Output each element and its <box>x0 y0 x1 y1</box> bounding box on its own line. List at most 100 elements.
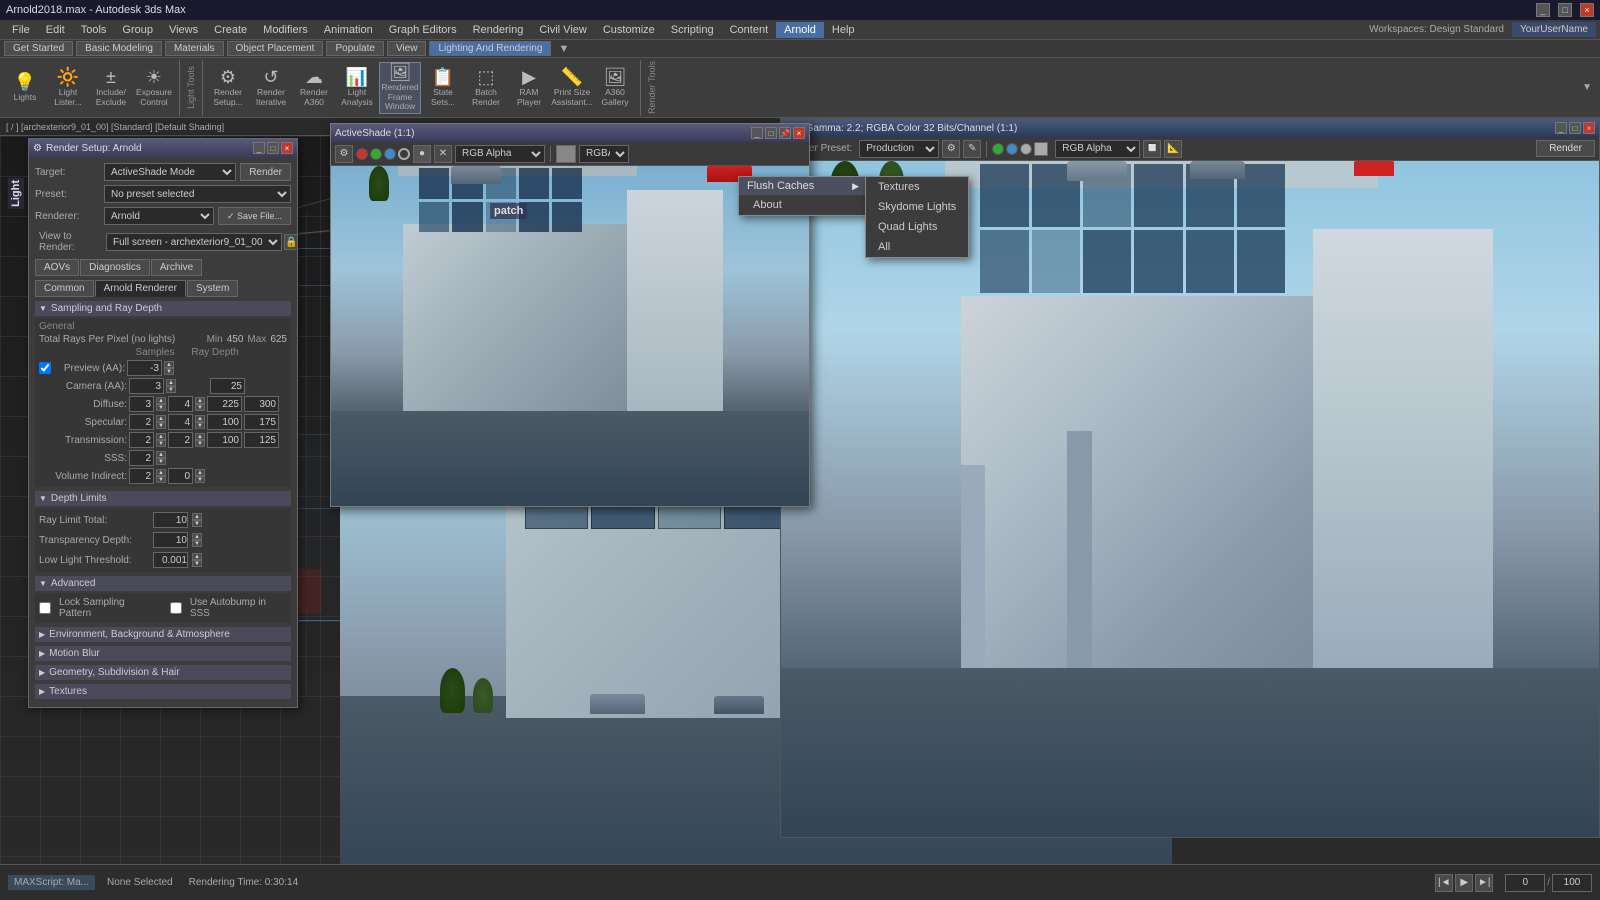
rs-close-btn[interactable]: × <box>281 142 293 154</box>
rt-btn-2[interactable]: ✎ <box>963 140 981 158</box>
frame-input[interactable] <box>1505 874 1545 892</box>
rs-renderer-select[interactable]: Arnold <box>104 207 214 225</box>
icon-exposure[interactable]: ☀ ExposureControl <box>133 62 175 114</box>
rt-color-mode-select[interactable]: RGB Alpha <box>1055 140 1140 158</box>
rs-autobump-checkbox[interactable] <box>170 602 182 614</box>
rs-sss-down[interactable]: ▼ <box>156 458 166 465</box>
rs-depth-header[interactable]: ▼ Depth Limits <box>35 491 291 506</box>
rs-diffuse-rd2[interactable] <box>244 396 279 412</box>
rs-trans-down1[interactable]: ▼ <box>156 440 166 447</box>
rs-tab-arnold-renderer[interactable]: Arnold Renderer <box>95 280 186 297</box>
rs-diffuse-down1[interactable]: ▼ <box>156 404 166 411</box>
minimize-btn[interactable]: _ <box>1536 3 1550 17</box>
rs-maximize-btn[interactable]: □ <box>267 142 279 154</box>
icon-render-setup[interactable]: ⚙ RenderSetup... <box>207 62 249 114</box>
icon-render-a360[interactable]: ☁ RenderA360 <box>293 62 335 114</box>
rs-diffuse-val1[interactable] <box>129 396 154 412</box>
rs-low-light-up[interactable]: ▲ <box>192 553 202 560</box>
rs-save-file-btn[interactable]: ✓ Save File... <box>218 207 291 225</box>
as-color-mode-select[interactable]: RGB Alpha <box>455 145 545 163</box>
rs-preset-select[interactable]: No preset selected <box>104 185 291 203</box>
as-code-select[interactable]: RGBA <box>579 145 629 163</box>
rs-specular-down2[interactable]: ▼ <box>195 422 205 429</box>
menu-edit[interactable]: Edit <box>38 22 73 38</box>
as-stop-btn[interactable]: ✕ <box>434 145 452 163</box>
rs-transparency-input[interactable] <box>153 532 188 548</box>
rt-btn-3[interactable]: 🔲 <box>1143 140 1161 158</box>
toolbar-expand-btn[interactable]: ▼ <box>1582 82 1596 93</box>
rs-volume-up1[interactable]: ▲ <box>156 469 166 476</box>
menu-civil-view[interactable]: Civil View <box>531 22 594 38</box>
as-close-btn[interactable]: × <box>793 127 805 139</box>
sub-basic-modeling[interactable]: Basic Modeling <box>76 41 162 56</box>
rs-preview-aa-down[interactable]: ▼ <box>164 368 174 375</box>
rs-ray-limit-up[interactable]: ▲ <box>192 513 202 520</box>
rs-specular-rd2[interactable] <box>244 414 279 430</box>
render-setup-panel[interactable]: ⚙ Render Setup: Arnold _ □ × Target: Act… <box>28 138 298 708</box>
next-frame-btn[interactable]: ►| <box>1475 874 1493 892</box>
as-tb-btn1[interactable]: ⚙ <box>335 145 353 163</box>
rs-preview-aa-up[interactable]: ▲ <box>164 361 174 368</box>
large-render-close[interactable]: × <box>1583 122 1595 134</box>
rs-trans-depth-up[interactable]: ▲ <box>192 533 202 540</box>
sub-populate[interactable]: Populate <box>326 41 383 56</box>
rs-diffuse-up2[interactable]: ▲ <box>195 397 205 404</box>
sub-object-placement[interactable]: Object Placement <box>227 41 324 56</box>
rs-sss-val[interactable] <box>129 450 154 466</box>
menu-file[interactable]: File <box>4 22 38 38</box>
rs-diffuse-rd1[interactable] <box>207 396 242 412</box>
rs-specular-up2[interactable]: ▲ <box>195 415 205 422</box>
close-btn[interactable]: × <box>1580 3 1594 17</box>
icon-a360-gallery[interactable]: 🖼 A360Gallery <box>594 62 636 114</box>
as-tb-btn2[interactable]: ● <box>413 145 431 163</box>
sub-lighting[interactable]: Lighting And Rendering <box>429 41 551 56</box>
submenu-all[interactable]: All <box>866 237 968 257</box>
as-pin-btn[interactable]: 📌 <box>779 127 791 139</box>
rs-specular-val2[interactable] <box>168 414 193 430</box>
menu-scripting[interactable]: Scripting <box>663 22 722 38</box>
rs-ray-limit-down[interactable]: ▼ <box>192 520 202 527</box>
rs-camera-aa-rd[interactable] <box>210 378 245 394</box>
rs-tab-diagnostics[interactable]: Diagnostics <box>80 259 150 276</box>
rs-tab-aovs[interactable]: AOVs <box>35 259 79 276</box>
icon-light-analysis[interactable]: 📊 LightAnalysis <box>336 62 378 114</box>
rs-specular-down1[interactable]: ▼ <box>156 422 166 429</box>
icon-lights[interactable]: 💡 Lights <box>4 62 46 114</box>
rt-btn-1[interactable]: ⚙ <box>942 140 960 158</box>
rs-specular-val1[interactable] <box>129 414 154 430</box>
rs-volume-up2[interactable]: ▲ <box>195 469 205 476</box>
rs-target-select[interactable]: ActiveShade Mode <box>104 163 236 181</box>
rs-trans-val2[interactable] <box>168 432 193 448</box>
rs-diffuse-down2[interactable]: ▼ <box>195 404 205 411</box>
rs-tab-system[interactable]: System <box>187 280 238 297</box>
as-expand-btn[interactable]: □ <box>765 127 777 139</box>
rs-tab-archive[interactable]: Archive <box>151 259 202 276</box>
rs-volume-down2[interactable]: ▼ <box>195 476 205 483</box>
rs-camera-aa-down[interactable]: ▼ <box>166 386 176 393</box>
menu-arnold[interactable]: Arnold <box>776 22 824 38</box>
icon-light-lister[interactable]: 🔆 LightLister... <box>47 62 89 114</box>
sub-materials[interactable]: Materials <box>165 41 224 56</box>
rs-preview-aa-input[interactable] <box>127 360 162 376</box>
menu-rendering[interactable]: Rendering <box>465 22 532 38</box>
render-preset-select[interactable]: Production <box>859 140 939 158</box>
menu-animation[interactable]: Animation <box>316 22 381 38</box>
rs-volume-down1[interactable]: ▼ <box>156 476 166 483</box>
menu-modifiers[interactable]: Modifiers <box>255 22 316 38</box>
rs-low-light-input[interactable] <box>153 552 188 568</box>
sub-view[interactable]: View <box>387 41 427 56</box>
rs-view-select[interactable]: Full screen - archexterior9_01_00 <box>106 233 282 251</box>
play-btn[interactable]: ▶ <box>1455 874 1473 892</box>
rs-lock-sampling-checkbox[interactable] <box>39 602 51 614</box>
rs-trans-down2[interactable]: ▼ <box>195 440 205 447</box>
rs-volume-val1[interactable] <box>129 468 154 484</box>
rs-trans-up2[interactable]: ▲ <box>195 433 205 440</box>
menu-group[interactable]: Group <box>114 22 161 38</box>
large-render-maximize[interactable]: □ <box>1569 122 1581 134</box>
about-item[interactable]: About <box>739 195 867 215</box>
icon-print-size[interactable]: 📏 Print SizeAssistant... <box>551 62 593 114</box>
rs-sampling-header[interactable]: ▼ Sampling and Ray Depth <box>35 301 291 316</box>
rs-sss-up[interactable]: ▲ <box>156 451 166 458</box>
rs-specular-rd1[interactable] <box>207 414 242 430</box>
rs-trans-rd1[interactable] <box>207 432 242 448</box>
